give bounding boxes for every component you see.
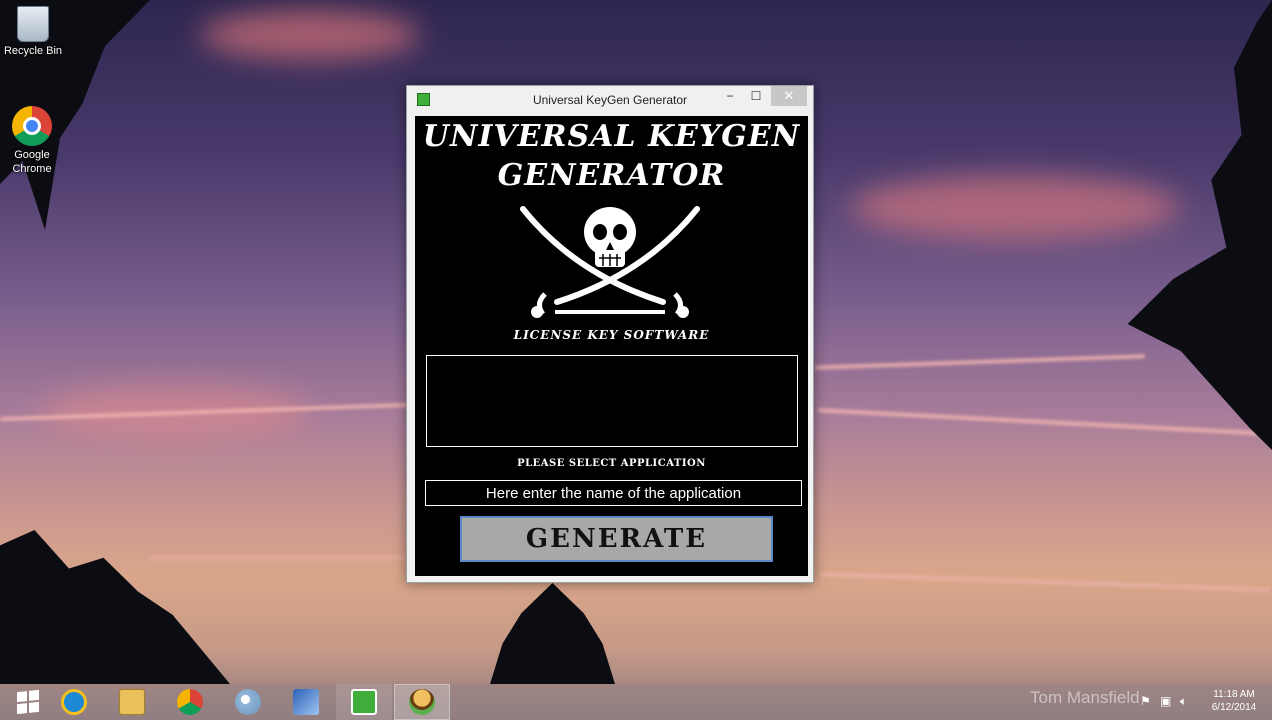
application-name-input[interactable] (425, 480, 802, 506)
desktop-icon-recycle-bin[interactable]: Recycle Bin (1, 6, 65, 58)
title-bar[interactable]: Universal KeyGen Generator − ☐ ✕ (407, 86, 813, 114)
tree-silhouette (490, 583, 615, 684)
taskbar-chrome[interactable] (162, 684, 218, 720)
taskbar-paint[interactable] (220, 684, 276, 720)
volume-icon[interactable]: 🔈︎ (1180, 694, 1187, 709)
desktop-icon-google-chrome[interactable]: Google Chrome (0, 106, 64, 176)
chrome-icon (177, 689, 203, 715)
network-icon (293, 689, 319, 715)
taskbar-keygen-app[interactable] (336, 684, 392, 720)
chrome-icon (12, 106, 52, 146)
taskbar-network[interactable] (278, 684, 334, 720)
watermark-text: Tom Mansfield (1030, 688, 1140, 707)
recycle-bin-icon (17, 6, 49, 42)
internet-explorer-icon (61, 689, 87, 715)
heading-line2: GENERATOR (497, 158, 726, 193)
burger-app-icon (409, 689, 435, 715)
clock-time: 11:18 AM (1213, 689, 1255, 700)
clock[interactable]: 11:18 AM 6/12/2014 (1204, 688, 1264, 714)
clock-date: 6/12/2014 (1211, 702, 1257, 713)
file-explorer-icon (119, 689, 145, 715)
contrail (815, 354, 1145, 370)
pink-cloud (200, 10, 420, 60)
pink-cloud (850, 175, 1180, 240)
tree-silhouette (0, 530, 230, 684)
taskbar-burger-app[interactable] (394, 684, 450, 720)
contrail (150, 556, 410, 560)
skull-crossed-swords-icon (520, 206, 700, 318)
close-button[interactable]: ✕ (771, 86, 807, 106)
flag-icon[interactable]: ⚑ (1140, 694, 1151, 708)
license-key-output[interactable] (426, 355, 798, 447)
desktop-icon-label: Google Chrome (12, 149, 52, 175)
paint-icon (235, 689, 261, 715)
keygen-window: Universal KeyGen Generator − ☐ ✕ UNIVERS… (406, 85, 814, 583)
taskbar-internet-explorer[interactable] (46, 684, 102, 720)
keygen-app-icon (351, 689, 377, 715)
desktop-icon-label: Recycle Bin (3, 45, 63, 57)
keygen-content: UNIVERSAL KEYGEN GENERATOR LICENSE KEY S… (415, 116, 808, 576)
maximize-button[interactable]: ☐ (747, 86, 765, 106)
windows-start-icon (17, 689, 39, 715)
minimize-button[interactable]: − (721, 86, 739, 106)
taskbar-file-explorer[interactable] (104, 684, 160, 720)
select-application-label: PLEASE SELECT APPLICATION (517, 458, 706, 469)
network-status-icon[interactable]: ▣ (1160, 694, 1171, 708)
contrail (818, 408, 1268, 436)
heading-line1: UNIVERSAL KEYGEN (422, 119, 801, 154)
generate-button[interactable]: GENERATE (460, 516, 773, 562)
subtitle: LICENSE KEY SOFTWARE (513, 328, 710, 342)
contrail (820, 572, 1270, 592)
